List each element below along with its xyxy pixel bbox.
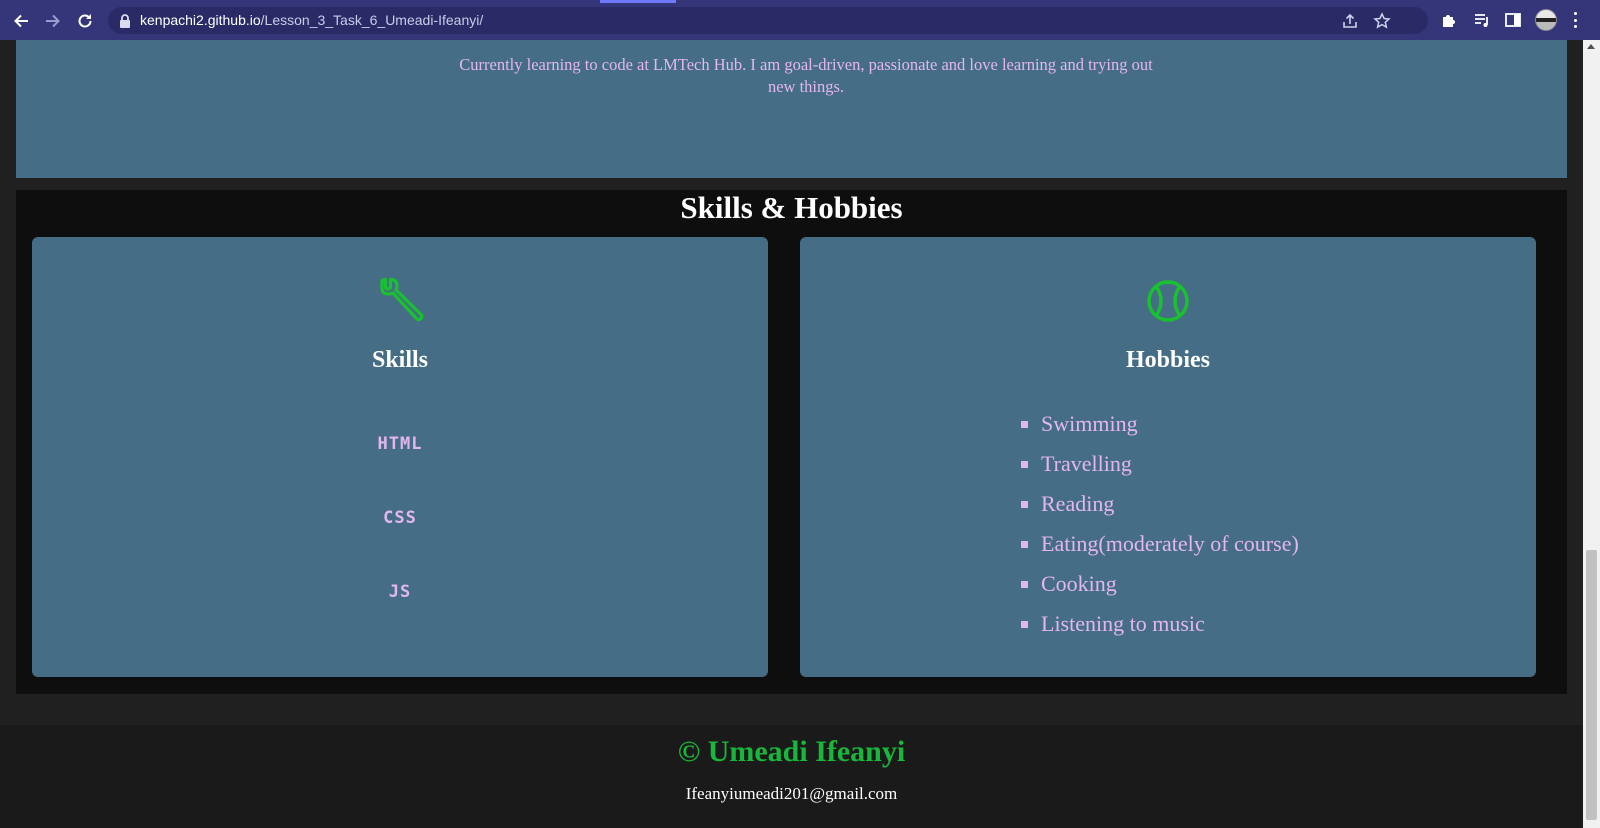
- hobby-item: Swimming: [1021, 404, 1299, 444]
- profile-avatar[interactable]: [1535, 9, 1557, 31]
- forward-arrow-icon[interactable]: [42, 10, 64, 32]
- tennis-ball-icon: [1147, 280, 1189, 322]
- hobbies-list: Swimming Travelling Reading Eating(moder…: [1021, 404, 1299, 644]
- hobby-item: Listening to music: [1021, 604, 1299, 644]
- more-menu-icon[interactable]: [1574, 12, 1578, 28]
- skill-item: css: [383, 508, 417, 528]
- hobby-item: Cooking: [1021, 564, 1299, 604]
- side-panel-icon[interactable]: [1504, 11, 1522, 29]
- vertical-scrollbar[interactable]: [1583, 40, 1600, 828]
- section-title: Skills & Hobbies: [680, 190, 903, 225]
- hobby-item: Eating(moderately of course): [1021, 524, 1299, 564]
- lock-icon[interactable]: [118, 13, 132, 29]
- url-path: /Lesson_3_Task_6_Umeadi-Ifeanyi/: [260, 12, 484, 28]
- skills-hobbies-section: Skills & Hobbies Skills html css js Hobb…: [16, 190, 1567, 694]
- skill-item: js: [388, 582, 412, 602]
- page-viewport: Currently learning to code at LMTech Hub…: [0, 40, 1583, 828]
- scroll-up-arrow-icon[interactable]: [1587, 44, 1595, 49]
- active-tab-indicator: [600, 0, 676, 3]
- scrollbar-thumb[interactable]: [1586, 550, 1597, 820]
- skills-card-title: Skills: [371, 347, 429, 373]
- about-text: Currently learning to code at LMTech Hub…: [459, 55, 1153, 96]
- hobbies-card: Hobbies Swimming Travelling Reading Eati…: [800, 237, 1536, 677]
- wrench-icon: [380, 277, 424, 322]
- hobby-item: Reading: [1021, 484, 1299, 524]
- skill-item: html: [377, 434, 423, 454]
- media-queue-icon[interactable]: [1473, 11, 1491, 29]
- url-text[interactable]: kenpachi2.github.io/Lesson_3_Task_6_Umea…: [140, 12, 483, 28]
- puzzle-icon[interactable]: [1440, 11, 1458, 29]
- back-arrow-icon[interactable]: [10, 10, 32, 32]
- browser-toolbar: kenpachi2.github.io/Lesson_3_Task_6_Umea…: [0, 0, 1600, 40]
- star-icon[interactable]: [1373, 12, 1391, 30]
- hobby-item: Travelling: [1021, 444, 1299, 484]
- reload-icon[interactable]: [74, 10, 96, 32]
- about-panel: Currently learning to code at LMTech Hub…: [16, 40, 1567, 178]
- skills-card: Skills html css js: [32, 237, 768, 677]
- share-icon[interactable]: [1341, 12, 1359, 30]
- footer-email: Ifeanyiumeadi201@gmail.com: [685, 784, 898, 803]
- hobbies-card-title: Hobbies: [1125, 347, 1211, 373]
- page-footer: © Umeadi Ifeanyi Ifeanyiumeadi201@gmail.…: [0, 725, 1583, 828]
- footer-copyright: © Umeadi Ifeanyi: [677, 735, 906, 768]
- address-bar[interactable]: kenpachi2.github.io/Lesson_3_Task_6_Umea…: [108, 7, 1428, 34]
- url-host: kenpachi2.github.io: [140, 12, 261, 28]
